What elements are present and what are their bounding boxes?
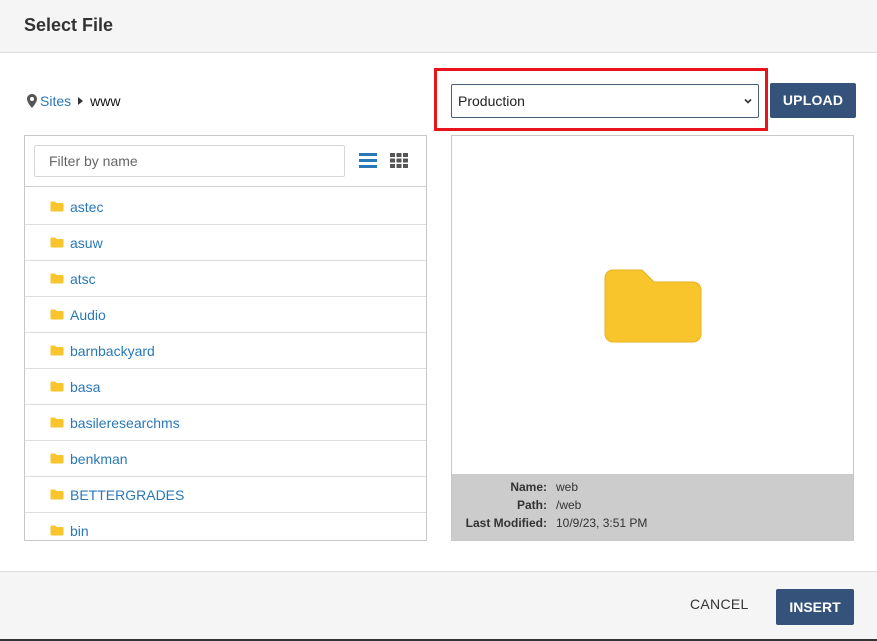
list-item[interactable]: asuw — [25, 225, 426, 261]
folder-icon — [50, 201, 64, 212]
folder-icon — [50, 309, 64, 320]
list-item[interactable]: bin — [25, 513, 426, 540]
folder-icon — [50, 237, 64, 248]
folder-icon — [604, 269, 702, 343]
list-item[interactable]: basa — [25, 369, 426, 405]
folder-icon — [50, 345, 64, 356]
name-value: web — [556, 480, 579, 494]
list-item-name: basa — [70, 378, 101, 395]
dialog-footer: CANCEL INSERT — [0, 571, 877, 641]
select-file-dialog: Select File Sites www Production UPLOAD … — [0, 0, 877, 641]
chevron-down-icon — [744, 98, 752, 104]
cancel-button[interactable]: CANCEL — [690, 596, 749, 612]
list-item[interactable]: atsc — [25, 261, 426, 297]
environment-select[interactable]: Production — [451, 84, 759, 118]
path-label: Path: — [517, 498, 547, 512]
folder-icon — [50, 489, 64, 500]
folder-icon — [50, 417, 64, 428]
grid-view-icon[interactable] — [390, 153, 408, 168]
list-item[interactable]: BETTERGRADES — [25, 477, 426, 513]
list-item[interactable]: Audio — [25, 297, 426, 333]
breadcrumb-current: www — [90, 93, 121, 109]
insert-button[interactable]: INSERT — [776, 589, 854, 625]
last-modified-value: 10/9/23, 3:51 PM — [556, 516, 648, 530]
file-list-panel: Filter by name astec asuw atsc Audio barnbac… — [24, 135, 427, 541]
folder-icon — [50, 453, 64, 464]
last-modified-label: Last Modified: — [465, 516, 547, 530]
folder-icon — [50, 273, 64, 284]
upload-button[interactable]: UPLOAD — [770, 83, 856, 118]
dialog-header: Select File — [0, 0, 877, 53]
folder-icon — [50, 525, 64, 536]
list-item-name: BETTERGRADES — [70, 486, 185, 503]
breadcrumb-sites-link[interactable]: Sites — [40, 93, 71, 109]
filter-input[interactable]: Filter by name — [34, 145, 345, 177]
list-item-name: asuw — [70, 234, 103, 251]
list-item-name: bin — [70, 522, 89, 539]
divider — [25, 186, 426, 187]
file-metadata: Name: web Path: /web Last Modified: 10/9… — [452, 474, 853, 540]
list-item-name: atsc — [70, 270, 96, 287]
list-item[interactable]: benkman — [25, 441, 426, 477]
list-item-name: astec — [70, 198, 104, 215]
list-item-name: Audio — [70, 306, 106, 323]
list-item-name: benkman — [70, 450, 128, 467]
breadcrumb: Sites www — [27, 93, 120, 109]
environment-select-value: Production — [458, 93, 525, 109]
list-item-name: barnbackyard — [70, 342, 155, 359]
list-item[interactable]: basileresearchms — [25, 405, 426, 441]
name-label: Name: — [510, 480, 547, 494]
map-marker-icon — [27, 94, 37, 108]
list-view-icon[interactable] — [359, 153, 377, 168]
caret-right-icon — [78, 97, 84, 105]
preview-panel: Name: web Path: /web Last Modified: 10/9… — [451, 135, 854, 541]
path-value: /web — [556, 498, 582, 512]
list-item[interactable]: astec — [25, 189, 426, 225]
list-item-name: basileresearchms — [70, 414, 180, 431]
folder-icon — [50, 381, 64, 392]
dialog-title: Select File — [24, 15, 114, 35]
file-list: astec asuw atsc Audio barnbackyard basa basile… — [25, 189, 426, 540]
list-item[interactable]: barnbackyard — [25, 333, 426, 369]
